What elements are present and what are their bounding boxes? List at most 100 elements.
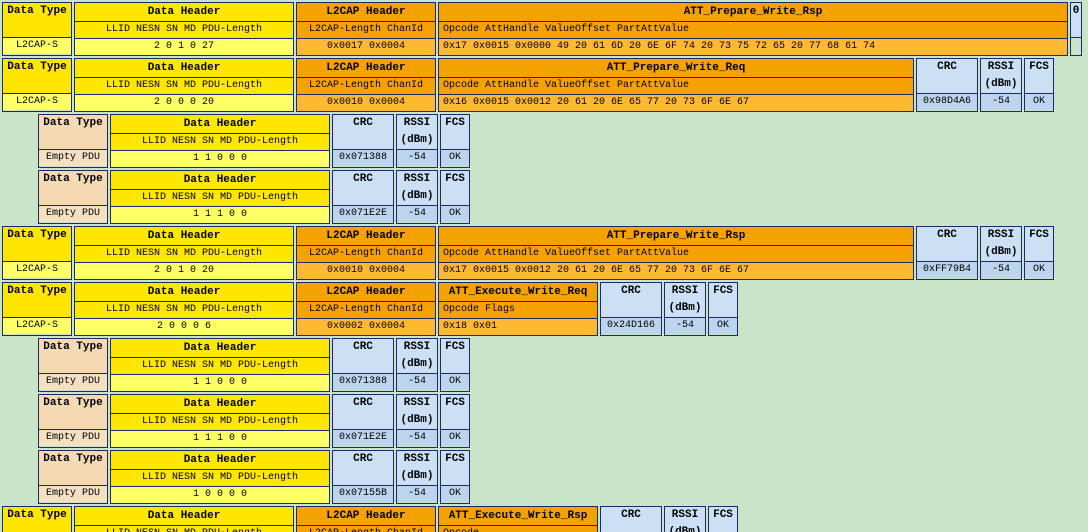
data-header-subheader: LLID NESN SN MD PDU-Length	[75, 526, 293, 532]
data-type: Data TypeEmpty PDU	[38, 170, 108, 224]
data-header-subheader: LLID NESN SN MD PDU-Length	[111, 414, 329, 431]
data-header: Data HeaderLLID NESN SN MD PDU-Length2 0…	[74, 506, 294, 532]
att-block-value: 0x17 0x0015 0x0000 49 20 61 6D 20 6E 6F …	[439, 39, 1067, 55]
packet-row[interactable]: Data TypeL2CAP-SData HeaderLLID NESN SN …	[2, 2, 1086, 56]
data-header-value: 1 0 0 0 0	[111, 487, 329, 503]
data-type-value: L2CAP-S	[3, 318, 71, 334]
data-type: Data TypeEmpty PDU	[38, 450, 108, 504]
data-type: Data TypeL2CAP-S	[2, 226, 72, 280]
indent-spacer	[2, 450, 38, 504]
data-header: Data HeaderLLID NESN SN MD PDU-Length1 0…	[110, 450, 330, 504]
data-type: Data TypeEmpty PDU	[38, 114, 108, 168]
rssi: RSSI (dBm)-54	[664, 506, 706, 532]
rssi: RSSI (dBm)-54	[664, 282, 706, 336]
data-header-value: 1 1 0 0 0	[111, 151, 329, 167]
crc-header: CRC	[333, 339, 393, 374]
data-type: Data TypeL2CAP-S	[2, 58, 72, 112]
rssi-header: RSSI (dBm)	[397, 339, 437, 374]
fcs: FCSOK	[1024, 226, 1054, 280]
data-type-header: Data Type	[39, 395, 107, 430]
data-header: Data HeaderLLID NESN SN MD PDU-Length2 0…	[74, 226, 294, 280]
data-type-header: Data Type	[3, 283, 71, 318]
att-block-subheader: Opcode	[439, 526, 597, 532]
fcs-value: OK	[441, 150, 469, 166]
fcs-value: OK	[709, 318, 737, 334]
rssi-value: -54	[397, 486, 437, 502]
att-block: ATT_Execute_Write_RspOpcode0x19	[438, 506, 598, 532]
att-block-subheader: Opcode AttHandle ValueOffset PartAttValu…	[439, 78, 913, 95]
crc: CRC0x071388	[332, 114, 394, 168]
rssi-header: RSSI (dBm)	[397, 171, 437, 206]
packet-row[interactable]: Data TypeL2CAP-SData HeaderLLID NESN SN …	[2, 226, 1086, 280]
data-type: Data TypeL2CAP-S	[2, 282, 72, 336]
data-header-value: 1 1 1 0 0	[111, 207, 329, 223]
fcs-header: FCS	[441, 395, 469, 430]
data-header-header: Data Header	[111, 115, 329, 134]
crc-header: CRC	[333, 451, 393, 486]
rssi-header: RSSI (dBm)	[981, 59, 1021, 94]
rssi-value: -54	[397, 150, 437, 166]
crc-value: 0x071388	[333, 374, 393, 390]
data-header-subheader: LLID NESN SN MD PDU-Length	[75, 22, 293, 39]
rssi: RSSI (dBm)-54	[396, 114, 438, 168]
packet-row[interactable]: Data TypeEmpty PDUData HeaderLLID NESN S…	[2, 338, 1086, 392]
packet-row[interactable]: Data TypeL2CAP-SData HeaderLLID NESN SN …	[2, 506, 1086, 532]
l2cap-header-header: L2CAP Header	[297, 3, 435, 22]
data-header: Data HeaderLLID NESN SN MD PDU-Length1 1…	[110, 170, 330, 224]
crc-value: 0x071E2E	[333, 206, 393, 222]
l2cap-header-header: L2CAP Header	[297, 227, 435, 246]
data-header-header: Data Header	[75, 3, 293, 22]
l2cap-header: L2CAP HeaderL2CAP-Length ChanId0x0010 0x…	[296, 226, 436, 280]
l2cap-header: L2CAP HeaderL2CAP-Length ChanId0x0001 0x…	[296, 506, 436, 532]
packet-row[interactable]: Data TypeL2CAP-SData HeaderLLID NESN SN …	[2, 282, 1086, 336]
rssi-header: RSSI (dBm)	[665, 283, 705, 318]
data-type: Data TypeEmpty PDU	[38, 338, 108, 392]
data-header-value: 1 1 1 0 0	[111, 431, 329, 447]
fcs: FCSOK	[1024, 58, 1054, 112]
fcs: FCSOK	[440, 170, 470, 224]
rssi: RSSI (dBm)-54	[396, 394, 438, 448]
data-type-header: Data Type	[3, 3, 71, 38]
data-type-value: L2CAP-S	[3, 38, 71, 54]
fcs: FCSOK	[708, 506, 738, 532]
crc: CRC0x071E2E	[332, 394, 394, 448]
l2cap-header: L2CAP HeaderL2CAP-Length ChanId0x0002 0x…	[296, 282, 436, 336]
packet-row[interactable]: Data TypeEmpty PDUData HeaderLLID NESN S…	[2, 170, 1086, 224]
crc-value: 0x071388	[333, 150, 393, 166]
crc-header: CRC	[333, 395, 393, 430]
att-block-header: ATT_Prepare_Write_Rsp	[439, 227, 913, 246]
fcs: FCSOK	[440, 114, 470, 168]
rssi: RSSI (dBm)-54	[396, 338, 438, 392]
rssi-header: RSSI (dBm)	[665, 507, 705, 532]
data-type-value: Empty PDU	[39, 430, 107, 446]
data-header: Data HeaderLLID NESN SN MD PDU-Length1 1…	[110, 338, 330, 392]
fcs: FCSOK	[440, 338, 470, 392]
packet-row[interactable]: Data TypeEmpty PDUData HeaderLLID NESN S…	[2, 450, 1086, 504]
packet-row[interactable]: Data TypeL2CAP-SData HeaderLLID NESN SN …	[2, 58, 1086, 112]
att-block-value: 0x16 0x0015 0x0012 20 61 20 6E 65 77 20 …	[439, 95, 913, 111]
att-block-header: ATT_Execute_Write_Rsp	[439, 507, 597, 526]
l2cap-header-subheader: L2CAP-Length ChanId	[297, 526, 435, 532]
l2cap-header-value: 0x0010 0x0004	[297, 263, 435, 279]
indent-spacer	[2, 114, 38, 168]
data-header: Data HeaderLLID NESN SN MD PDU-Length2 0…	[74, 2, 294, 56]
l2cap-header-subheader: L2CAP-Length ChanId	[297, 78, 435, 95]
data-type-header: Data Type	[3, 59, 71, 94]
packet-row[interactable]: Data TypeEmpty PDUData HeaderLLID NESN S…	[2, 114, 1086, 168]
rssi-value: -54	[981, 262, 1021, 278]
indent-spacer	[2, 338, 38, 392]
fcs-header: FCS	[441, 451, 469, 486]
data-type: Data TypeL2CAP-S	[2, 2, 72, 56]
l2cap-header-subheader: L2CAP-Length ChanId	[297, 22, 435, 39]
crc-header: CRC	[333, 115, 393, 150]
data-header-value: 1 1 0 0 0	[111, 375, 329, 391]
data-type: Data TypeL2CAP-S	[2, 506, 72, 532]
data-type-value: L2CAP-S	[3, 94, 71, 110]
data-type-value: Empty PDU	[39, 374, 107, 390]
att-block-value: 0x17 0x0015 0x0012 20 61 20 6E 65 77 20 …	[439, 263, 913, 279]
crc: CRC0xFF79B4	[916, 226, 978, 280]
att-block-value: 0x18 0x01	[439, 319, 597, 335]
rssi-value: -54	[981, 94, 1021, 110]
packet-row[interactable]: Data TypeEmpty PDUData HeaderLLID NESN S…	[2, 394, 1086, 448]
fcs-value: OK	[1025, 94, 1053, 110]
